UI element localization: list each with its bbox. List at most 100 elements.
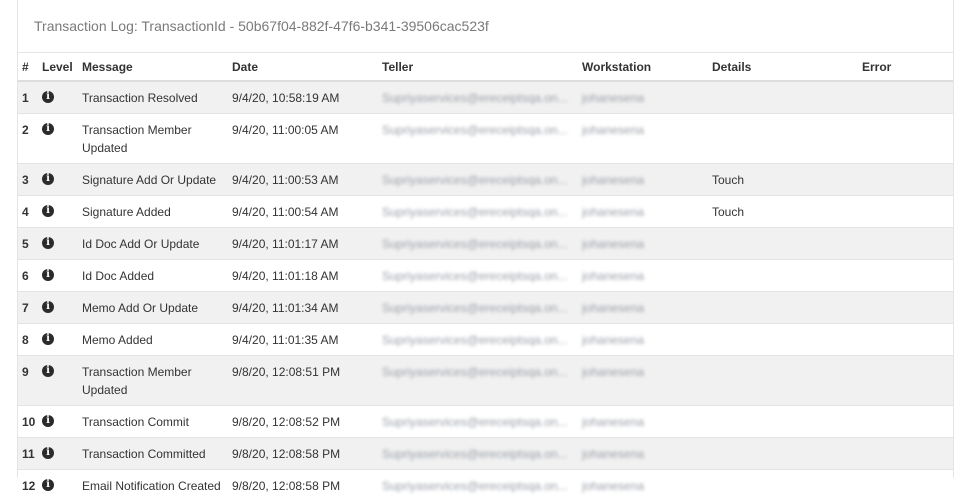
workstation-cell: johanesena bbox=[578, 228, 708, 260]
error-cell bbox=[858, 260, 953, 292]
teller-value: Supriyaservices@ereceiptsqa.on... bbox=[382, 331, 574, 349]
error-cell bbox=[858, 324, 953, 356]
table-row[interactable]: 2 i Transaction Member Updated 9/4/20, 1… bbox=[18, 114, 953, 164]
row-number: 2 bbox=[18, 114, 38, 164]
table-row[interactable]: 9 i Transaction Member Updated 9/8/20, 1… bbox=[18, 356, 953, 406]
table-row[interactable]: 11 i Transaction Committed 9/8/20, 12:08… bbox=[18, 438, 953, 470]
teller-value: Supriyaservices@ereceiptsqa.on... bbox=[382, 299, 574, 317]
table-row[interactable]: 4 i Signature Added 9/4/20, 11:00:54 AM … bbox=[18, 196, 953, 228]
teller-value: Supriyaservices@ereceiptsqa.on... bbox=[382, 477, 574, 495]
teller-cell: Supriyaservices@ereceiptsqa.on... bbox=[378, 164, 578, 196]
teller-value: Supriyaservices@ereceiptsqa.on... bbox=[382, 89, 574, 107]
workstation-value: johanesena bbox=[582, 477, 704, 495]
table-row[interactable]: 12 i Email Notification Created 9/8/20, … bbox=[18, 470, 953, 501]
level-cell: i bbox=[38, 260, 78, 292]
column-header-details[interactable]: Details bbox=[708, 53, 858, 81]
details-cell bbox=[708, 292, 858, 324]
level-cell: i bbox=[38, 114, 78, 164]
column-header-error[interactable]: Error bbox=[858, 53, 953, 81]
workstation-value: johanesena bbox=[582, 445, 704, 463]
error-cell bbox=[858, 406, 953, 438]
workstation-cell: johanesena bbox=[578, 356, 708, 406]
teller-cell: Supriyaservices@ereceiptsqa.on... bbox=[378, 438, 578, 470]
row-number: 4 bbox=[18, 196, 38, 228]
date-cell: 9/8/20, 12:08:52 PM bbox=[228, 406, 378, 438]
level-cell: i bbox=[38, 228, 78, 260]
column-header-date[interactable]: Date bbox=[228, 53, 378, 81]
level-cell: i bbox=[38, 438, 78, 470]
error-cell bbox=[858, 228, 953, 260]
table-row[interactable]: 5 i Id Doc Add Or Update 9/4/20, 11:01:1… bbox=[18, 228, 953, 260]
message-cell: Email Notification Created bbox=[78, 470, 228, 501]
teller-cell: Supriyaservices@ereceiptsqa.on... bbox=[378, 324, 578, 356]
message-cell: Transaction Member Updated bbox=[78, 114, 228, 164]
table-row[interactable]: 1 i Transaction Resolved 9/4/20, 10:58:1… bbox=[18, 81, 953, 114]
transaction-log-panel: Transaction Log: TransactionId - 50b67f0… bbox=[17, 0, 954, 478]
date-cell: 9/8/20, 12:08:58 PM bbox=[228, 470, 378, 501]
teller-value: Supriyaservices@ereceiptsqa.on... bbox=[382, 171, 574, 189]
table-row[interactable]: 8 i Memo Added 9/4/20, 11:01:35 AM Supri… bbox=[18, 324, 953, 356]
level-cell: i bbox=[38, 164, 78, 196]
error-cell bbox=[858, 292, 953, 324]
table-row[interactable]: 3 i Signature Add Or Update 9/4/20, 11:0… bbox=[18, 164, 953, 196]
teller-value: Supriyaservices@ereceiptsqa.on... bbox=[382, 267, 574, 285]
page-title: Transaction Log: TransactionId - 50b67f0… bbox=[34, 18, 489, 34]
row-number: 9 bbox=[18, 356, 38, 406]
message-cell: Memo Add Or Update bbox=[78, 292, 228, 324]
level-cell: i bbox=[38, 292, 78, 324]
teller-cell: Supriyaservices@ereceiptsqa.on... bbox=[378, 81, 578, 114]
info-icon: i bbox=[42, 301, 54, 313]
details-cell bbox=[708, 406, 858, 438]
workstation-value: johanesena bbox=[582, 299, 704, 317]
info-icon: i bbox=[42, 237, 54, 249]
row-number: 5 bbox=[18, 228, 38, 260]
workstation-value: johanesena bbox=[582, 331, 704, 349]
row-number: 7 bbox=[18, 292, 38, 324]
row-number: 1 bbox=[18, 81, 38, 114]
workstation-cell: johanesena bbox=[578, 114, 708, 164]
row-number: 10 bbox=[18, 406, 38, 438]
teller-value: Supriyaservices@ereceiptsqa.on... bbox=[382, 235, 574, 253]
column-header-num[interactable]: # bbox=[18, 53, 38, 81]
column-header-teller[interactable]: Teller bbox=[378, 53, 578, 81]
column-header-level[interactable]: Level bbox=[38, 53, 78, 81]
message-cell: Signature Added bbox=[78, 196, 228, 228]
teller-cell: Supriyaservices@ereceiptsqa.on... bbox=[378, 114, 578, 164]
message-cell: Transaction Commit bbox=[78, 406, 228, 438]
info-icon: i bbox=[42, 269, 54, 281]
details-cell bbox=[708, 81, 858, 114]
teller-cell: Supriyaservices@ereceiptsqa.on... bbox=[378, 406, 578, 438]
info-icon: i bbox=[42, 205, 54, 217]
column-header-message[interactable]: Message bbox=[78, 53, 228, 81]
error-cell bbox=[858, 438, 953, 470]
details-cell bbox=[708, 356, 858, 406]
teller-value: Supriyaservices@ereceiptsqa.on... bbox=[382, 121, 574, 139]
workstation-value: johanesena bbox=[582, 267, 704, 285]
error-cell bbox=[858, 470, 953, 501]
column-header-workstation[interactable]: Workstation bbox=[578, 53, 708, 81]
teller-cell: Supriyaservices@ereceiptsqa.on... bbox=[378, 260, 578, 292]
level-cell: i bbox=[38, 324, 78, 356]
teller-cell: Supriyaservices@ereceiptsqa.on... bbox=[378, 470, 578, 501]
details-cell bbox=[708, 470, 858, 501]
table-row[interactable]: 6 i Id Doc Added 9/4/20, 11:01:18 AM Sup… bbox=[18, 260, 953, 292]
info-icon: i bbox=[42, 123, 54, 135]
error-cell bbox=[858, 356, 953, 406]
workstation-cell: johanesena bbox=[578, 406, 708, 438]
error-cell bbox=[858, 114, 953, 164]
workstation-cell: johanesena bbox=[578, 324, 708, 356]
table-body: 1 i Transaction Resolved 9/4/20, 10:58:1… bbox=[18, 81, 953, 501]
details-cell bbox=[708, 228, 858, 260]
workstation-cell: johanesena bbox=[578, 164, 708, 196]
workstation-cell: johanesena bbox=[578, 81, 708, 114]
message-cell: Signature Add Or Update bbox=[78, 164, 228, 196]
level-cell: i bbox=[38, 81, 78, 114]
error-cell bbox=[858, 164, 953, 196]
info-icon: i bbox=[42, 333, 54, 345]
table-row[interactable]: 10 i Transaction Commit 9/8/20, 12:08:52… bbox=[18, 406, 953, 438]
date-cell: 9/4/20, 11:00:54 AM bbox=[228, 196, 378, 228]
table-header-row: # Level Message Date Teller Workstation … bbox=[18, 53, 953, 81]
table-row[interactable]: 7 i Memo Add Or Update 9/4/20, 11:01:34 … bbox=[18, 292, 953, 324]
info-icon: i bbox=[42, 415, 54, 427]
details-cell: Touch bbox=[708, 196, 858, 228]
